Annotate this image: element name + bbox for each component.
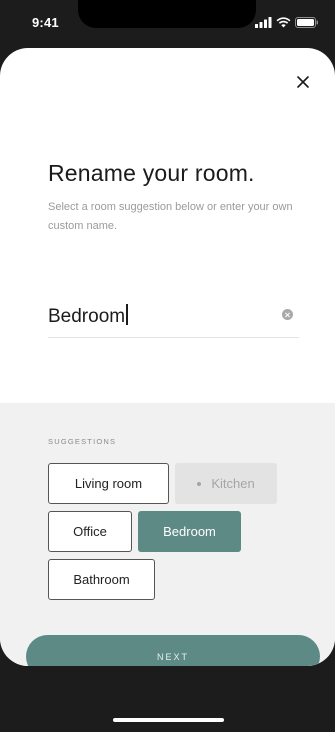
- battery-icon: [295, 17, 319, 28]
- wifi-icon: [276, 17, 291, 28]
- suggestions-panel: SUGGESTIONS Living room Kitchen Office B…: [0, 403, 335, 666]
- suggestion-chip-kitchen: Kitchen: [175, 463, 277, 504]
- page-subtitle: Select a room suggestion below or enter …: [48, 201, 293, 232]
- status-time: 9:41: [32, 15, 59, 30]
- suggestions-label: SUGGESTIONS: [48, 437, 117, 446]
- close-button[interactable]: [291, 70, 315, 94]
- room-name-value[interactable]: Bedroom: [48, 304, 128, 328]
- suggestion-chip-bathroom[interactable]: Bathroom: [48, 559, 155, 600]
- suggestion-chip-office[interactable]: Office: [48, 511, 132, 552]
- room-name-input[interactable]: Bedroom: [48, 298, 299, 338]
- status-bar: 9:41: [0, 0, 335, 44]
- phone-screen: 9:41 Rename your room. Select a room sug…: [0, 0, 335, 732]
- dot-icon: [197, 481, 202, 486]
- close-icon: [297, 76, 309, 88]
- page-title: Rename your room.: [48, 160, 255, 186]
- next-button[interactable]: NEXT: [26, 635, 320, 666]
- suggestion-chip-bedroom[interactable]: Bedroom: [138, 511, 241, 552]
- signal-icon: [255, 17, 272, 28]
- home-indicator[interactable]: [113, 718, 224, 722]
- notch: [78, 0, 256, 28]
- text-caret: [126, 304, 128, 325]
- rename-room-sheet: Rename your room. Select a room suggesti…: [0, 48, 335, 666]
- clear-input-button[interactable]: [282, 309, 293, 320]
- suggestion-chip-living-room[interactable]: Living room: [48, 463, 169, 504]
- status-icons: [255, 17, 319, 28]
